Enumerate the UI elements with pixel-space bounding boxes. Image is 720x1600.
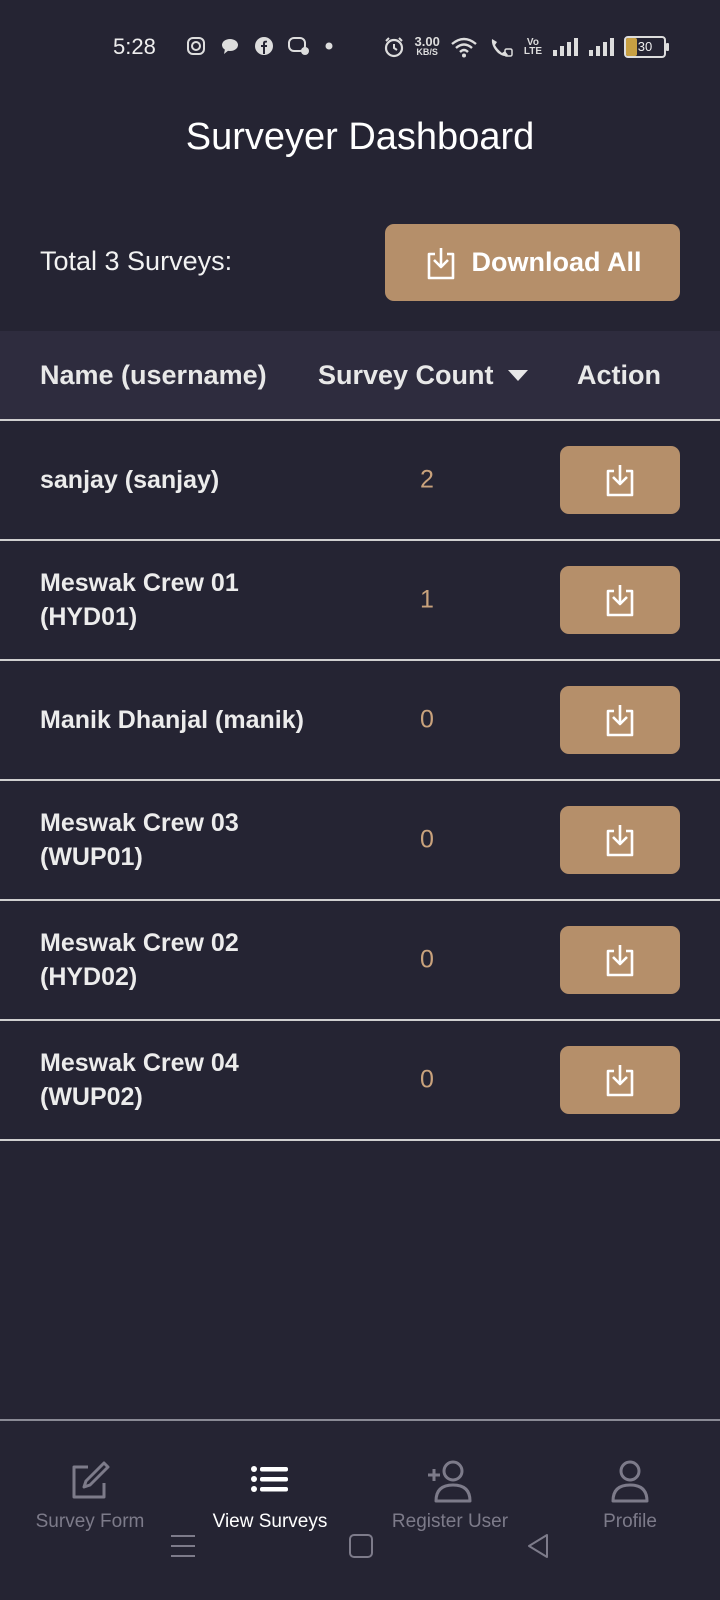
nav-item-survey-form[interactable]: Survey Form (0, 1457, 180, 1533)
user-name-cell: Meswak Crew 03 (WUP01) (40, 809, 239, 871)
dot-icon (325, 42, 333, 50)
survey-table-body: sanjay (sanjay) 2 Meswak Crew 01 (HYD01)… (0, 421, 720, 1141)
table-row: Meswak Crew 03 (WUP01) 0 (0, 781, 720, 901)
download-user-button[interactable] (560, 686, 680, 754)
chat-bubble-icon (222, 39, 238, 54)
nav-label: Register User (391, 1511, 509, 1532)
download-all-button[interactable]: Download All (385, 224, 680, 301)
download-icon (606, 705, 634, 737)
survey-count-cell: 0 (420, 705, 434, 734)
wifi-icon (451, 37, 477, 58)
survey-count-cell: 1 (420, 585, 434, 614)
profile-icon (611, 1460, 649, 1503)
user-name-cell: sanjay (sanjay) (40, 466, 220, 494)
download-user-button[interactable] (560, 566, 680, 634)
edit-form-icon (72, 1461, 110, 1499)
notification-icons (186, 36, 334, 56)
download-user-button[interactable] (560, 446, 680, 514)
alarm-icon (384, 37, 403, 58)
download-icon (606, 945, 634, 977)
download-icon (606, 825, 634, 857)
column-header-action: Action (577, 360, 661, 390)
table-row: Meswak Crew 01 (HYD01) 1 (0, 541, 720, 661)
download-icon (606, 1065, 634, 1097)
table-row: sanjay (sanjay) 2 (0, 421, 720, 541)
total-surveys-text: Total 3 Surveys: (40, 246, 233, 276)
instagram-icon (187, 37, 205, 55)
list-icon (251, 1466, 288, 1492)
nav-label: View Surveys (212, 1511, 328, 1532)
recents-menu-icon[interactable] (170, 1532, 196, 1560)
table-row: Meswak Crew 02 (HYD02) 0 (0, 901, 720, 1021)
user-name-cell: Meswak Crew 02 (HYD02) (40, 929, 239, 991)
system-navigation-bar (0, 1532, 720, 1572)
nav-label: Profile (603, 1511, 657, 1532)
download-user-button[interactable] (560, 1046, 680, 1114)
sort-descending-icon (507, 370, 528, 381)
battery-level: 30 (637, 39, 653, 54)
survey-count-cell: 0 (420, 825, 434, 854)
system-icons: 3.00 KB/S Vo LTE 30 (383, 34, 669, 58)
messenger-icon (288, 37, 309, 55)
facebook-icon (255, 37, 273, 55)
user-name-cell: Meswak Crew 01 (HYD01) (40, 569, 239, 631)
table-row: Meswak Crew 04 (WUP02) 0 (0, 1021, 720, 1141)
survey-count-cell: 2 (420, 465, 434, 494)
page-title: Surveyer Dashboard (185, 116, 535, 158)
signal-icon (589, 38, 614, 56)
table-header: Name (username) Survey Count Action (0, 331, 720, 421)
column-header-survey-count[interactable]: Survey Count (318, 360, 528, 391)
column-header-name[interactable]: Name (username) (40, 360, 267, 391)
nav-item-view-surveys[interactable]: View Surveys (180, 1457, 360, 1533)
survey-count-cell: 0 (420, 945, 434, 974)
nav-item-register-user[interactable]: Register User (360, 1457, 540, 1533)
download-all-label: Download All (471, 247, 642, 277)
user-name-cell: Meswak Crew 04 (WUP02) (40, 1049, 239, 1111)
nav-item-profile[interactable]: Profile (540, 1457, 720, 1533)
home-square-icon[interactable] (348, 1532, 374, 1560)
status-bar: 5:28 3.00 KB/S Vo LTE 30 (0, 0, 720, 96)
download-icon (606, 585, 634, 617)
column-header-survey-count-label: Survey Count (318, 360, 494, 390)
back-triangle-icon[interactable] (525, 1532, 551, 1560)
survey-count-cell: 0 (420, 1065, 434, 1094)
volte-icon: Vo LTE (523, 37, 542, 57)
add-user-icon (428, 1460, 472, 1503)
download-user-button[interactable] (560, 806, 680, 874)
wifi-call-icon (491, 39, 513, 57)
download-icon (427, 247, 454, 279)
user-name-cell: Manik Dhanjal (manik) (40, 706, 304, 734)
nav-label: Survey Form (35, 1511, 145, 1532)
status-time: 5:28 (113, 34, 156, 59)
network-speed: 3.00 KB/S (414, 34, 440, 57)
signal-icon (553, 38, 578, 56)
bottom-navigation: Survey Form View Surveys Register User P… (0, 1419, 720, 1600)
battery-icon: 30 (624, 36, 669, 58)
table-row: Manik Dhanjal (manik) 0 (0, 661, 720, 781)
download-user-button[interactable] (560, 926, 680, 994)
download-icon (606, 465, 634, 497)
